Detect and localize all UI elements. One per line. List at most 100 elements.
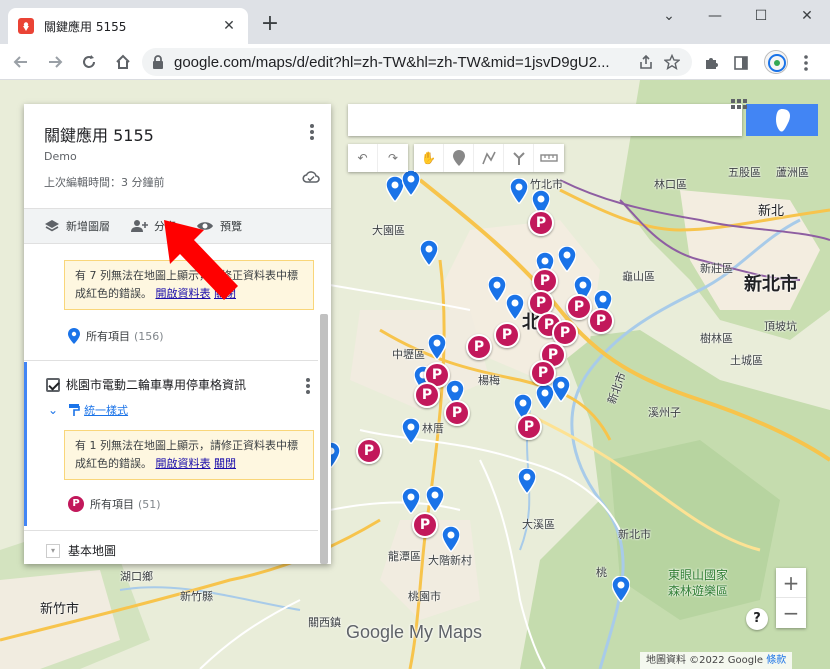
apps-grid-icon[interactable] — [730, 98, 748, 116]
map-label-guanxi: 關西鎮 — [308, 616, 341, 629]
address-bar[interactable]: google.com/maps/d/edit?hl=zh-TW&hl=zh-TW… — [142, 48, 692, 76]
maximize-icon[interactable]: ☐ — [738, 2, 784, 30]
ruler-icon[interactable] — [534, 144, 564, 172]
forward-button[interactable] — [42, 49, 68, 75]
tab-title: 關鍵應用 5155 — [44, 19, 127, 34]
layer2-open-sheet-link[interactable]: 開啟資料表 — [156, 457, 211, 470]
back-arrow-icon — [13, 55, 27, 68]
map-attribution: 地圖資料 ©2022 Google 條款 — [640, 652, 793, 669]
side-panel-icon[interactable] — [730, 52, 752, 74]
reload-icon — [83, 54, 95, 68]
layer2-style-row[interactable]: ⌄ 統一樣式 — [48, 402, 128, 418]
map-toolbar: ↶ ↷ ✋ — [348, 144, 570, 172]
tab-close-icon[interactable]: ✕ — [220, 18, 238, 34]
base-map-row[interactable]: ▾ 基本地圖 — [46, 542, 116, 559]
location-pin-icon[interactable] — [510, 178, 528, 204]
add-marker-icon[interactable] — [444, 144, 474, 172]
map-label-longtan: 龍潭區 — [388, 550, 421, 563]
lock-icon — [153, 55, 163, 69]
layers-panel: 關鍵應用 5155 Demo 上次編輯時間：3 分鐘前 新增圖層 分享 預覽 有… — [24, 104, 331, 564]
map-description[interactable]: Demo — [44, 150, 77, 163]
terms-link[interactable]: 條款 — [766, 655, 786, 666]
map-label-zhongli: 中壢區 — [392, 348, 425, 361]
location-pin-icon[interactable] — [488, 276, 506, 302]
location-pin-icon[interactable] — [518, 468, 536, 494]
map-label-xinpu: 新竹縣 — [180, 590, 213, 603]
panel-header: 關鍵應用 5155 Demo 上次編輯時間：3 分鐘前 — [24, 104, 331, 208]
zoom-out-button[interactable]: − — [776, 598, 806, 628]
hand-select-icon[interactable]: ✋ — [414, 144, 444, 172]
close-window-icon[interactable]: ✕ — [784, 2, 830, 30]
parking-pin-icon[interactable]: P — [466, 334, 492, 360]
layer2-item-count: (51) — [138, 497, 161, 511]
map-label-linmao: 林厝 — [422, 422, 444, 435]
location-pin-icon[interactable] — [552, 376, 570, 402]
location-pin-icon[interactable] — [558, 246, 576, 272]
extensions-puzzle-icon[interactable] — [700, 52, 722, 74]
base-map-label: 基本地圖 — [68, 544, 117, 558]
layer2-all-items[interactable]: P 所有項目 (51) — [68, 496, 161, 512]
browser-tab[interactable]: 關鍵應用 5155 ✕ — [8, 8, 248, 44]
share-page-icon[interactable] — [636, 54, 656, 70]
location-pin-icon[interactable] — [506, 294, 524, 320]
map-label-xinzhuang: 新莊區 — [700, 262, 733, 275]
map-label-taoyuan: 桃園市 — [408, 590, 441, 603]
map-options-icon[interactable] — [304, 122, 320, 142]
parking-pin-icon[interactable]: P — [356, 438, 382, 464]
bookmark-star-icon[interactable] — [662, 54, 682, 70]
add-person-icon — [131, 220, 148, 232]
add-layer-button[interactable]: 新增圖層 — [44, 218, 110, 234]
collapse-chevron-icon[interactable]: ⌄ — [48, 403, 58, 417]
parking-pin-icon[interactable]: P — [530, 360, 556, 386]
layer2-style-label[interactable]: 統一樣式 — [84, 402, 128, 418]
map-search-input[interactable] — [348, 104, 742, 136]
location-pin-icon[interactable] — [420, 240, 438, 266]
tab-search-chevron-icon[interactable]: ⌄ — [646, 2, 692, 30]
base-map-toggle-icon[interactable]: ▾ — [46, 543, 60, 558]
parking-pin-icon[interactable]: P — [494, 322, 520, 348]
minimize-icon[interactable]: — — [692, 2, 738, 30]
layer1-all-items[interactable]: 所有項目 (156) — [68, 328, 164, 344]
location-pin-icon[interactable] — [402, 418, 420, 444]
layer2-options-icon[interactable] — [300, 376, 316, 396]
back-button[interactable] — [8, 49, 34, 75]
redo-icon[interactable]: ↷ — [378, 144, 408, 172]
add-layer-label: 新增圖層 — [66, 220, 110, 233]
location-pin-icon[interactable] — [402, 170, 420, 196]
home-button[interactable] — [110, 49, 136, 75]
profile-avatar[interactable] — [764, 50, 788, 74]
location-pin-icon[interactable] — [402, 488, 420, 514]
parking-pin-icon[interactable]: P — [444, 400, 470, 426]
location-pin-icon[interactable] — [428, 334, 446, 360]
panel-scrollbar[interactable] — [320, 314, 328, 564]
zoom-in-button[interactable]: + — [776, 568, 806, 598]
parking-pin-icon[interactable]: P — [588, 308, 614, 334]
map-label-xinzhu-city: 新竹市 — [40, 602, 80, 617]
layer1-all-items-label: 所有項目 — [86, 330, 130, 343]
undo-icon[interactable]: ↶ — [348, 144, 378, 172]
layer2-close-link[interactable]: 關閉 — [214, 457, 236, 470]
location-pin-icon[interactable] — [426, 486, 444, 512]
map-label-guishan: 龜山區 — [622, 270, 655, 283]
parking-pin-icon[interactable]: P — [516, 414, 542, 440]
browser-menu-icon[interactable] — [796, 52, 816, 74]
map-label-daxi: 大溪區 — [522, 518, 555, 531]
layer2-header[interactable]: 桃園市電動二輪車專用停車格資訊 — [46, 376, 246, 393]
layer1-item-count: (156) — [134, 329, 164, 343]
parking-pin-icon[interactable]: P — [412, 512, 438, 538]
location-pin-icon[interactable] — [612, 576, 630, 602]
parking-pin-icon[interactable]: P — [528, 210, 554, 236]
directions-icon[interactable] — [504, 144, 534, 172]
location-pin-icon[interactable] — [442, 526, 460, 552]
layer2-visibility-checkbox[interactable] — [46, 377, 60, 392]
google-my-maps-logo: Google My Maps — [346, 622, 483, 642]
parking-pin-icon[interactable]: P — [414, 382, 440, 408]
new-tab-button[interactable]: + — [258, 12, 282, 36]
google-maps-favicon-icon — [18, 18, 34, 34]
layer2-name[interactable]: 桃園市電動二輪車專用停車格資訊 — [66, 376, 246, 393]
help-button[interactable]: ? — [746, 608, 768, 630]
map-title[interactable]: 關鍵應用 5155 — [44, 122, 154, 146]
reload-button[interactable] — [76, 49, 102, 75]
draw-line-icon[interactable] — [474, 144, 504, 172]
map-search-button[interactable] — [746, 104, 818, 136]
